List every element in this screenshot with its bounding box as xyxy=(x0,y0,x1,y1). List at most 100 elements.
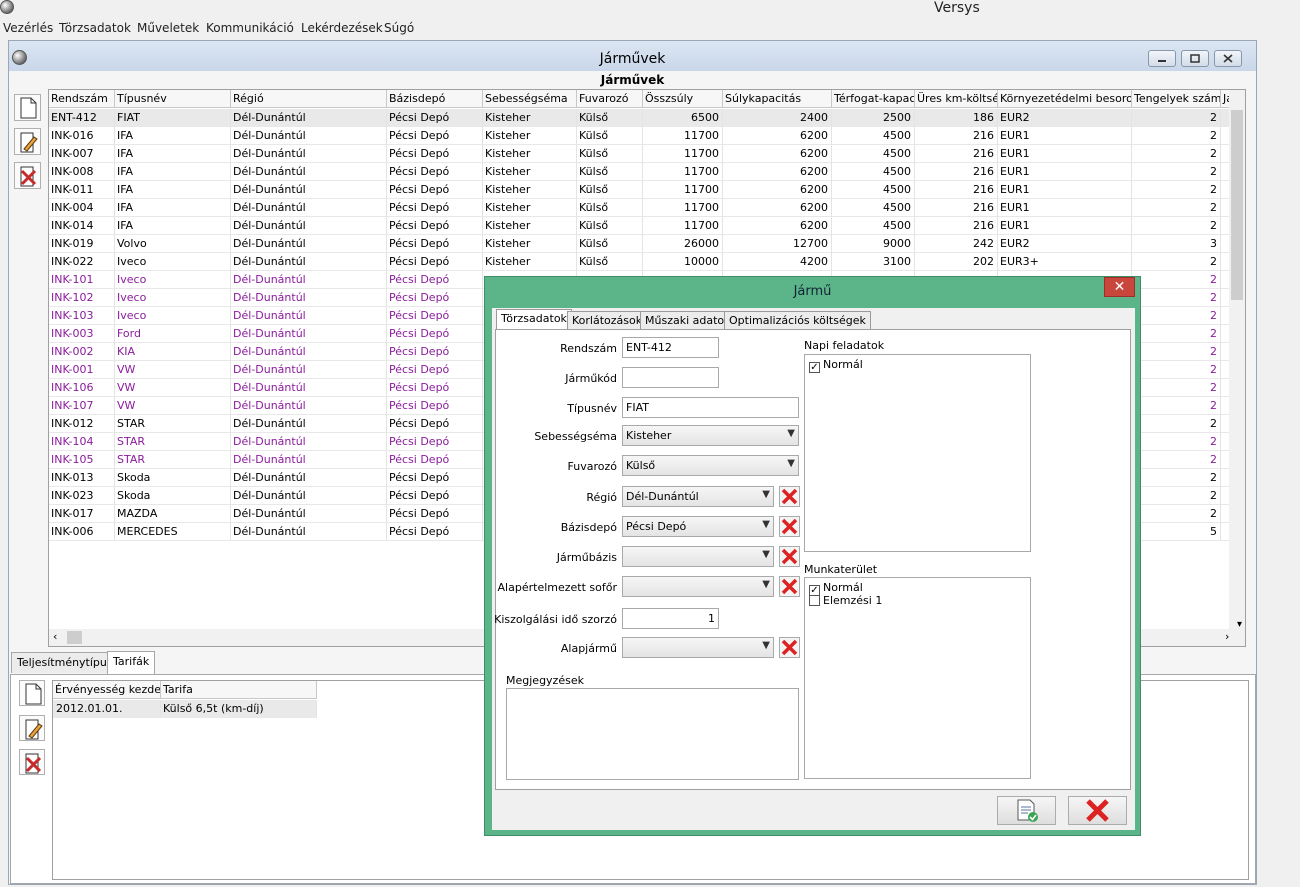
clear-bazisdepo-button[interactable] xyxy=(779,516,800,537)
column-header[interactable]: Súlykapacitás xyxy=(723,90,832,108)
bazisdepo-select[interactable]: Pécsi Depó ▼ xyxy=(622,516,774,537)
clear-alapjarmu-button[interactable] xyxy=(779,637,800,658)
table-cell: Külső 6,5t (km-díj) xyxy=(161,700,317,718)
delete-tariff-button[interactable] xyxy=(19,749,45,775)
table-cell: INK-007 xyxy=(49,145,115,163)
table-cell: 2 xyxy=(1132,397,1221,415)
tab-muszaki-adatok[interactable]: Műszaki adatok xyxy=(640,311,736,329)
table-cell: STAR xyxy=(115,415,231,433)
window-title: Járművek xyxy=(599,51,666,67)
sofor-select[interactable]: ▼ xyxy=(622,576,774,597)
save-button[interactable] xyxy=(997,796,1056,825)
column-header[interactable]: Régió xyxy=(231,90,387,108)
table-cell: 4500 xyxy=(832,181,915,199)
edit-document-icon xyxy=(25,719,43,740)
delete-record-button[interactable] xyxy=(14,162,41,189)
tab-optimalizacios-koltsegek[interactable]: Optimalizációs költségek xyxy=(724,311,871,329)
menu-muveletek[interactable]: Műveletek xyxy=(137,21,199,35)
menu-torzsadatok[interactable]: Törzsadatok xyxy=(59,21,131,35)
tipusnev-input[interactable]: FIAT xyxy=(622,397,799,418)
column-header[interactable]: Sebességséma xyxy=(483,90,577,108)
new-record-button[interactable] xyxy=(14,94,41,121)
table-cell: INK-001 xyxy=(49,361,115,379)
tab-tarifak[interactable]: Tarifák xyxy=(107,651,156,674)
menu-kommunikacio[interactable]: Kommunikáció xyxy=(206,21,294,35)
table-cell: Pécsi Depó xyxy=(387,451,483,469)
fuvarozo-select[interactable]: Külső ▼ xyxy=(622,455,799,476)
column-header[interactable]: Bázisdepó xyxy=(387,90,483,108)
table-row[interactable]: INK-016 IFA Dél-Dunántúl Pécsi Depó Kisteher… xyxy=(49,127,1236,145)
app-logo-icon[interactable] xyxy=(0,0,14,14)
table-row[interactable]: 2012.01.01. Külső 6,5t (km-díj) xyxy=(53,700,317,718)
tab-teljesitmenytipus[interactable]: Teljesítménytípus xyxy=(11,652,119,673)
list-item[interactable]: Elemzési 1 xyxy=(809,594,882,607)
alapjarmu-select[interactable]: ▼ xyxy=(622,637,774,658)
table-cell: 6200 xyxy=(723,127,832,145)
szorzo-input[interactable]: 1 xyxy=(622,608,719,629)
cancel-button[interactable] xyxy=(1068,796,1127,825)
rendszam-input[interactable]: ENT-412 xyxy=(622,337,719,358)
column-header[interactable]: Rendszám xyxy=(49,90,115,108)
table-cell: 11700 xyxy=(643,145,723,163)
column-header[interactable]: Fuvarozó xyxy=(577,90,643,108)
edit-record-button[interactable] xyxy=(14,128,41,155)
list-item[interactable]: ✓ Normál xyxy=(809,358,863,373)
table-cell: Dél-Dunántúl xyxy=(231,379,387,397)
new-tariff-button[interactable] xyxy=(19,680,45,706)
table-cell: Külső xyxy=(577,253,643,271)
column-header[interactable]: Összsúly xyxy=(643,90,723,108)
sebessegsema-select[interactable]: Kisteher ▼ xyxy=(622,425,799,446)
clear-regio-button[interactable] xyxy=(779,486,800,507)
table-cell: ENT-412 xyxy=(49,109,115,127)
table-cell: 216 xyxy=(915,127,998,145)
table-row[interactable]: INK-007 IFA Dél-Dunántúl Pécsi Depó Kisteher… xyxy=(49,145,1236,163)
table-row[interactable]: INK-022 Iveco Dél-Dunántúl Pécsi Depó Kisteh… xyxy=(49,253,1236,271)
tab-korlatozasok[interactable]: Korlátozások xyxy=(567,311,648,329)
minimize-button[interactable] xyxy=(1148,50,1176,67)
megjegyzesek-textarea[interactable] xyxy=(506,688,799,780)
maximize-button[interactable] xyxy=(1181,50,1209,67)
table-cell: Pécsi Depó xyxy=(387,469,483,487)
menu-vezerles[interactable]: Vezérlés xyxy=(3,21,53,35)
table-row[interactable]: INK-014 IFA Dél-Dunántúl Pécsi Depó Kisteher… xyxy=(49,217,1236,235)
table-cell: 216 xyxy=(915,145,998,163)
column-header[interactable]: Térfogat-kapacit xyxy=(832,90,915,108)
table-cell: Kisteher xyxy=(483,199,577,217)
edit-tariff-button[interactable] xyxy=(19,715,45,741)
close-window-button[interactable] xyxy=(1214,50,1242,67)
label-bazisdepo: Bázisdepó xyxy=(560,521,617,534)
table-cell: STAR xyxy=(115,433,231,451)
regio-select[interactable]: Dél-Dunántúl ▼ xyxy=(622,486,774,507)
checkbox-checked-icon[interactable]: ✓ xyxy=(809,362,820,373)
jarmubazis-select[interactable]: ▼ xyxy=(622,546,774,567)
scroll-thumb[interactable] xyxy=(1231,110,1243,300)
table-cell: Külső xyxy=(577,217,643,235)
table-row[interactable]: INK-019 Volvo Dél-Dunántúl Pécsi Depó Kisteh… xyxy=(49,235,1236,253)
column-header[interactable]: Környezetédelmi besorolás xyxy=(998,90,1132,108)
table-row[interactable]: INK-011 IFA Dél-Dunántúl Pécsi Depó Kisteher… xyxy=(49,181,1236,199)
dialog-close-button[interactable]: ✕ xyxy=(1104,277,1135,297)
checkbox-unchecked-icon[interactable] xyxy=(809,595,820,606)
scroll-thumb[interactable] xyxy=(67,631,82,644)
table-cell: Külső xyxy=(577,127,643,145)
table-row[interactable]: INK-004 IFA Dél-Dunántúl Pécsi Depó Kisteher… xyxy=(49,199,1236,217)
scroll-right-icon[interactable]: › xyxy=(1225,630,1229,643)
column-header[interactable]: Tarifa xyxy=(161,681,317,699)
column-header[interactable]: Üres km-költség xyxy=(915,90,998,108)
column-header[interactable]: Érvényesség kezdete xyxy=(53,681,161,699)
clear-sofor-button[interactable] xyxy=(779,576,800,597)
column-header[interactable]: Típusnév xyxy=(115,90,231,108)
clear-jarmubazis-button[interactable] xyxy=(779,546,800,567)
table-row[interactable]: INK-008 IFA Dél-Dunántúl Pécsi Depó Kisteher… xyxy=(49,163,1236,181)
jarmukod-input[interactable] xyxy=(622,367,719,388)
table-row[interactable]: ENT-412 FIAT Dél-Dunántúl Pécsi Depó Kistehe… xyxy=(49,109,1236,127)
table-cell: VW xyxy=(115,397,231,415)
scroll-left-icon[interactable]: ‹ xyxy=(53,630,57,643)
menu-lekerdezesek[interactable]: Lekérdezések xyxy=(301,21,383,35)
menu-sugo[interactable]: Súgó xyxy=(384,21,414,35)
table-cell: INK-107 xyxy=(49,397,115,415)
column-header[interactable]: Tengelyek száma xyxy=(1132,90,1221,108)
vertical-scrollbar[interactable]: ▾ xyxy=(1229,90,1245,630)
tab-torzsadatok[interactable]: Törzsadatok xyxy=(496,309,572,330)
table-cell: Pécsi Depó xyxy=(387,307,483,325)
